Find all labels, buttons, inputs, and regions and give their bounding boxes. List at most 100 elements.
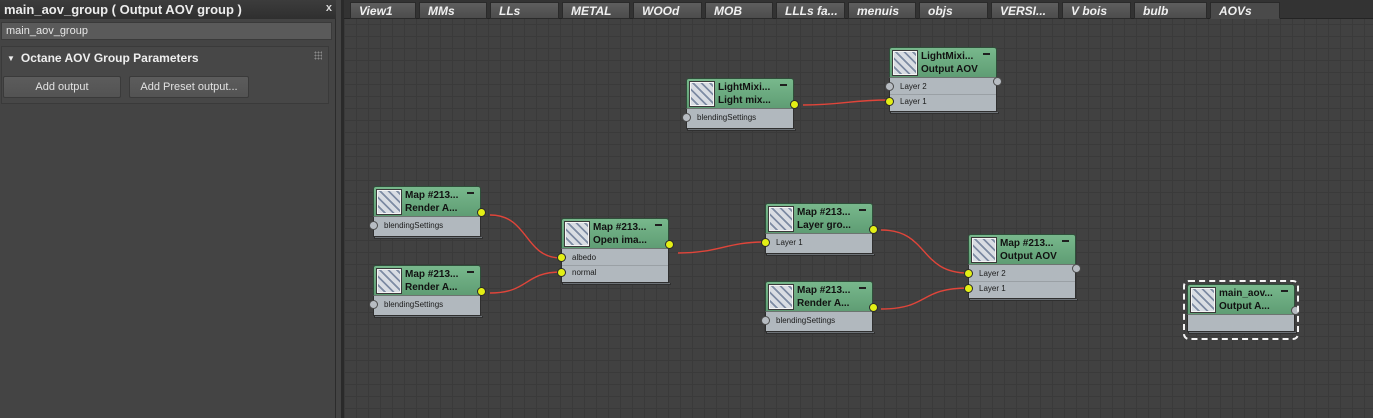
node-editor-canvas[interactable]: View1 MMs LLs METAL WOOd MOB LLLs fa... menuis o… xyxy=(341,0,1373,418)
close-icon[interactable]: x xyxy=(326,2,332,14)
node-name: Map #213... xyxy=(797,285,851,296)
input-label: blendingSettings xyxy=(697,113,757,122)
output-pin-icon[interactable] xyxy=(477,287,486,296)
minimize-icon[interactable] xyxy=(859,209,866,211)
input-pin-icon[interactable] xyxy=(885,97,894,106)
input-label: blendingSettings xyxy=(384,221,444,230)
wire-openimage-to-layer xyxy=(677,241,766,254)
node-stack-shadow xyxy=(969,299,1078,301)
node-stack-shadow xyxy=(766,254,875,256)
minimize-icon[interactable] xyxy=(467,192,474,194)
input-pin-icon[interactable] xyxy=(369,300,378,309)
node-render-aov-2[interactable]: Map #213... Render A... blendingSettings xyxy=(369,265,486,318)
panel-title-bar[interactable]: main_aov_group ( Output AOV group ) x xyxy=(0,0,336,19)
node-type: Output AOV xyxy=(921,64,978,75)
node-header[interactable]: Map #213... Open ima... xyxy=(561,218,669,248)
node-header[interactable]: LightMixi... Output AOV xyxy=(889,47,997,77)
node-body: Layer 1 xyxy=(761,233,873,254)
node-stack-shadow xyxy=(562,283,671,285)
input-pin-icon[interactable] xyxy=(557,268,566,277)
node-header[interactable]: Map #213... Render A... xyxy=(373,186,481,216)
texture-thumbnail-icon xyxy=(1190,287,1216,313)
input-pin-icon[interactable] xyxy=(761,238,770,247)
input-pin-icon[interactable] xyxy=(369,221,378,230)
output-pin-icon[interactable] xyxy=(790,100,799,109)
input-pin-icon[interactable] xyxy=(761,316,770,325)
wire-render2-to-normal xyxy=(489,271,562,294)
texture-thumbnail-icon xyxy=(768,206,794,232)
node-render-aov-1[interactable]: Map #213... Render A... blendingSettings xyxy=(369,186,486,239)
drag-grip-icon[interactable] xyxy=(314,51,322,60)
node-header[interactable]: main_aov... Output A... xyxy=(1187,284,1295,314)
node-header[interactable]: Map #213... Render A... xyxy=(373,265,481,295)
input-pin-icon[interactable] xyxy=(885,82,894,91)
node-name-field[interactable]: main_aov_group xyxy=(1,22,332,40)
output-pin-icon[interactable] xyxy=(993,77,1002,86)
wire-layergroup-to-output xyxy=(880,229,969,274)
input-pin-icon[interactable] xyxy=(682,113,691,122)
input-label: Layer 1 xyxy=(900,97,927,106)
node-lightmix-output[interactable]: LightMixi... Output AOV Layer 2 Layer 1 xyxy=(885,47,1002,114)
minimize-icon[interactable] xyxy=(467,271,474,273)
rollout-header[interactable]: ▼ Octane AOV Group Parameters xyxy=(7,51,199,65)
output-pin-icon[interactable] xyxy=(869,225,878,234)
node-stack-shadow xyxy=(1188,332,1297,334)
output-pin-icon[interactable] xyxy=(1291,306,1300,315)
node-lightmix-light[interactable]: LightMixi... Light mix... blendingSettings xyxy=(682,78,799,131)
input-label: Layer 1 xyxy=(979,284,1006,293)
input-label: Layer 2 xyxy=(979,269,1006,278)
input-pin-icon[interactable] xyxy=(964,284,973,293)
node-body xyxy=(1187,314,1295,332)
output-pin-icon[interactable] xyxy=(665,240,674,249)
node-open-image[interactable]: Map #213... Open ima... albedo normal xyxy=(557,218,674,285)
node-output-aov[interactable]: Map #213... Output AOV Layer 2 Layer 1 xyxy=(964,234,1081,301)
wire-render1-to-albedo xyxy=(489,214,562,259)
node-type: Output A... xyxy=(1219,301,1270,312)
output-pin-icon[interactable] xyxy=(477,208,486,217)
node-body: albedo normal xyxy=(557,248,669,283)
minimize-icon[interactable] xyxy=(983,53,990,55)
node-name: Map #213... xyxy=(797,207,851,218)
minimize-icon[interactable] xyxy=(1062,240,1069,242)
texture-thumbnail-icon xyxy=(689,81,715,107)
texture-thumbnail-icon xyxy=(892,50,918,76)
node-main-aov-group[interactable]: main_aov... Output A... xyxy=(1183,280,1300,340)
output-pin-icon[interactable] xyxy=(1072,264,1081,273)
output-pin-icon[interactable] xyxy=(869,303,878,312)
node-type: Light mix... xyxy=(718,95,771,106)
input-socket-row: blendingSettings xyxy=(682,111,793,125)
node-stack-shadow xyxy=(374,316,483,318)
add-preset-output-button[interactable]: Add Preset output... xyxy=(129,76,249,98)
collapse-arrow-icon[interactable]: ▼ xyxy=(7,54,15,63)
node-name: Map #213... xyxy=(405,190,459,201)
node-body: Layer 2 Layer 1 xyxy=(885,77,997,112)
node-header[interactable]: Map #213... Layer gro... xyxy=(765,203,873,233)
node-render-aov-3[interactable]: Map #213... Render A... blendingSettings xyxy=(761,281,878,334)
input-socket-row: Layer 1 xyxy=(964,281,1075,295)
input-socket-row: Layer 1 xyxy=(885,94,996,108)
minimize-icon[interactable] xyxy=(1281,290,1288,292)
node-layer-group[interactable]: Map #213... Layer gro... Layer 1 xyxy=(761,203,878,256)
node-type: Output AOV xyxy=(1000,251,1057,262)
node-header[interactable]: Map #213... Output AOV xyxy=(968,234,1076,264)
minimize-icon[interactable] xyxy=(859,287,866,289)
node-header[interactable]: LightMixi... Light mix... xyxy=(686,78,794,108)
node-body: blendingSettings xyxy=(761,311,873,332)
node-name: Map #213... xyxy=(1000,238,1054,249)
add-output-button[interactable]: Add output xyxy=(3,76,121,98)
aov-group-rollout: ▼ Octane AOV Group Parameters Add output … xyxy=(1,46,329,104)
texture-thumbnail-icon xyxy=(564,221,590,247)
rollout-title: Octane AOV Group Parameters xyxy=(20,51,199,65)
input-label: albedo xyxy=(572,253,597,262)
node-type: Render A... xyxy=(405,282,458,293)
node-body: blendingSettings xyxy=(369,295,481,316)
node-name: LightMixi... xyxy=(921,51,974,62)
node-header[interactable]: Map #213... Render A... xyxy=(765,281,873,311)
app-window: main_aov_group ( Output AOV group ) x ma… xyxy=(0,0,1373,418)
minimize-icon[interactable] xyxy=(655,224,662,226)
input-socket-row: Layer 1 xyxy=(761,236,872,250)
input-pin-icon[interactable] xyxy=(557,253,566,262)
input-pin-icon[interactable] xyxy=(964,269,973,278)
minimize-icon[interactable] xyxy=(780,84,787,86)
input-socket-row: blendingSettings xyxy=(761,314,872,328)
